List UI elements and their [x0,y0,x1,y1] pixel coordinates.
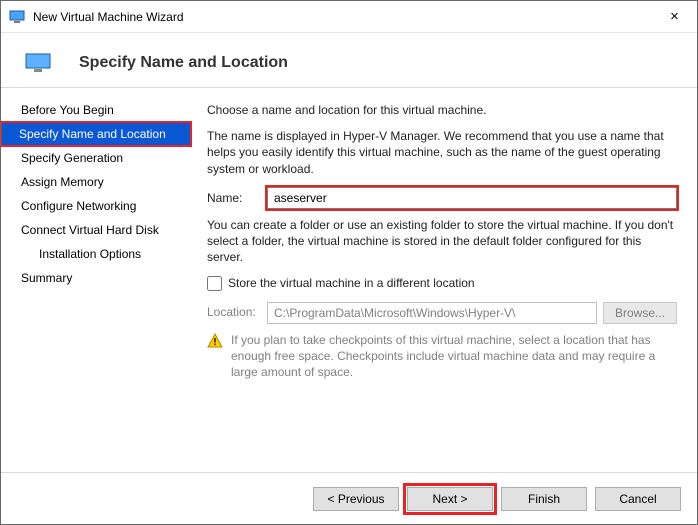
wizard-steps: Before You Begin Specify Name and Locati… [1,88,191,472]
header: Specify Name and Location [1,33,697,88]
location-input [267,302,597,324]
body: Before You Begin Specify Name and Locati… [1,88,697,472]
description-text: The name is displayed in Hyper-V Manager… [207,128,677,177]
folder-desc-text: You can create a folder or use an existi… [207,217,677,266]
step-specify-name-and-location[interactable]: Specify Name and Location [1,122,191,146]
wizard-window: New Virtual Machine Wizard × Specify Nam… [0,0,698,525]
next-button[interactable]: Next > [407,487,493,511]
footer: < Previous Next > Finish Cancel [1,472,697,524]
step-installation-options[interactable]: Installation Options [1,242,191,266]
name-row: Name: [207,187,677,209]
location-label: Location: [207,304,267,320]
step-specify-generation[interactable]: Specify Generation [1,146,191,170]
step-configure-networking[interactable]: Configure Networking [1,194,191,218]
page-title: Specify Name and Location [79,54,288,72]
close-icon[interactable]: × [652,8,697,25]
intro-text: Choose a name and location for this virt… [207,102,677,118]
step-connect-virtual-hard-disk[interactable]: Connect Virtual Hard Disk [1,218,191,242]
name-label: Name: [207,190,267,206]
finish-button[interactable]: Finish [501,487,587,511]
step-assign-memory[interactable]: Assign Memory [1,170,191,194]
warning-text: If you plan to take checkpoints of this … [231,332,677,381]
store-checkbox[interactable] [207,276,222,291]
app-icon [9,9,25,25]
name-input[interactable] [267,187,677,209]
step-summary[interactable]: Summary [1,266,191,290]
browse-button: Browse... [603,302,677,324]
location-row: Location: Browse... [207,302,677,324]
warning-block: If you plan to take checkpoints of this … [207,332,677,381]
cancel-button[interactable]: Cancel [595,487,681,511]
titlebar: New Virtual Machine Wizard × [1,1,697,33]
window-title: New Virtual Machine Wizard [33,10,652,24]
store-different-location-check[interactable]: Store the virtual machine in a different… [207,275,677,291]
warning-icon [207,333,223,381]
previous-button[interactable]: < Previous [313,487,399,511]
step-before-you-begin[interactable]: Before You Begin [1,98,191,122]
store-checkbox-label: Store the virtual machine in a different… [228,275,475,291]
header-icon [25,53,51,73]
content-panel: Choose a name and location for this virt… [191,88,697,472]
